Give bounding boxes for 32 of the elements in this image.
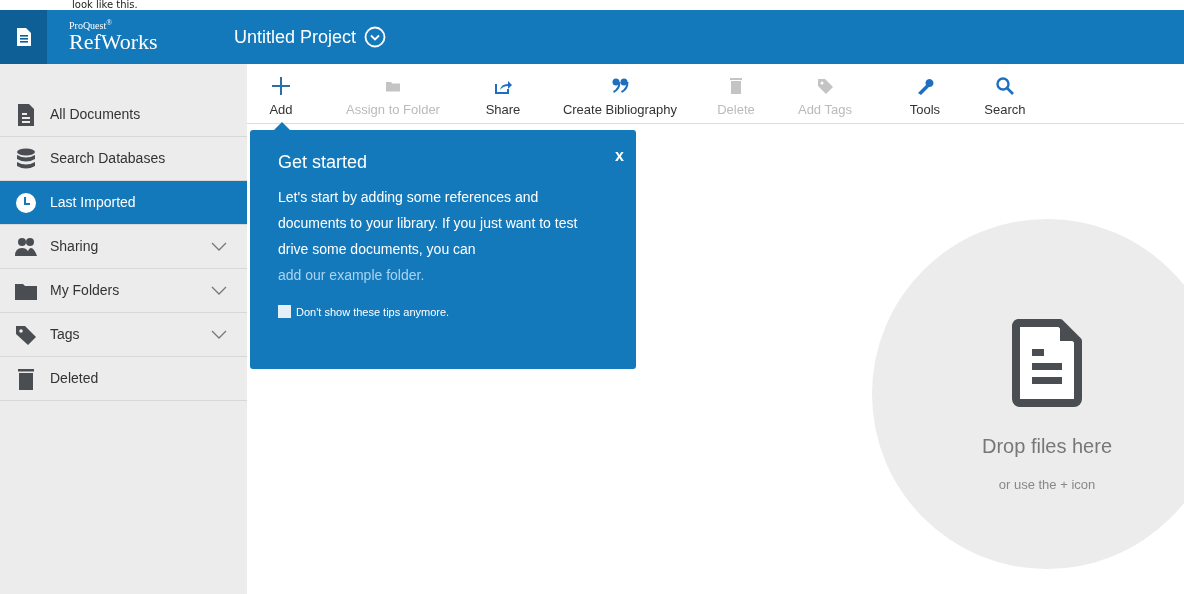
sidebar-item[interactable]: Last Imported	[0, 181, 247, 225]
checkbox[interactable]	[278, 305, 291, 319]
sidebar-item[interactable]: Tags	[0, 313, 247, 357]
sidebar-item[interactable]: Deleted	[0, 357, 247, 401]
brand-logo: ProQuest$^{®}$ RefWorks	[68, 21, 159, 53]
chevron-down-icon[interactable]	[211, 330, 227, 339]
close-button[interactable]: x	[613, 144, 626, 168]
sidebar-item[interactable]: All Documents	[0, 93, 247, 137]
chevron-down-icon[interactable]	[211, 242, 227, 251]
toolbar-button[interactable]: Share	[485, 75, 521, 119]
document-icon	[16, 28, 31, 46]
plus-icon	[271, 75, 291, 96]
sidebar-item[interactable]: My Folders	[0, 269, 247, 313]
toolbar-button[interactable]: Add	[269, 75, 293, 119]
sidebar-item[interactable]: Sharing	[0, 225, 247, 269]
search-icon	[994, 75, 1015, 96]
tip-title: Get started	[278, 152, 369, 174]
clock-icon	[14, 190, 38, 215]
chevron-down-circle-icon[interactable]	[364, 26, 387, 48]
database-icon	[14, 146, 38, 171]
checkbox-label: Don't show these tips anymore.	[296, 304, 450, 320]
drop-subtitle: or use the + icon	[998, 476, 1096, 494]
chevron-down-icon[interactable]	[211, 286, 227, 295]
drop-title: Drop files here	[981, 434, 1113, 459]
project-title: Untitled Project	[234, 25, 357, 49]
toolbar-button[interactable]: Create Bibliography	[562, 75, 678, 119]
tip-text: Let's start by adding some references and documents to your library. If you just want to test drive some documents, you can add our example folder.	[278, 187, 579, 285]
caption-text: look like this.	[72, 0, 138, 10]
toolbar-button[interactable]: Search	[984, 75, 1026, 119]
document-icon	[1012, 319, 1082, 407]
drop-zone[interactable]: Drop files here or use the + icon	[872, 219, 1184, 569]
toolbar-button[interactable]: Tools	[909, 75, 941, 119]
